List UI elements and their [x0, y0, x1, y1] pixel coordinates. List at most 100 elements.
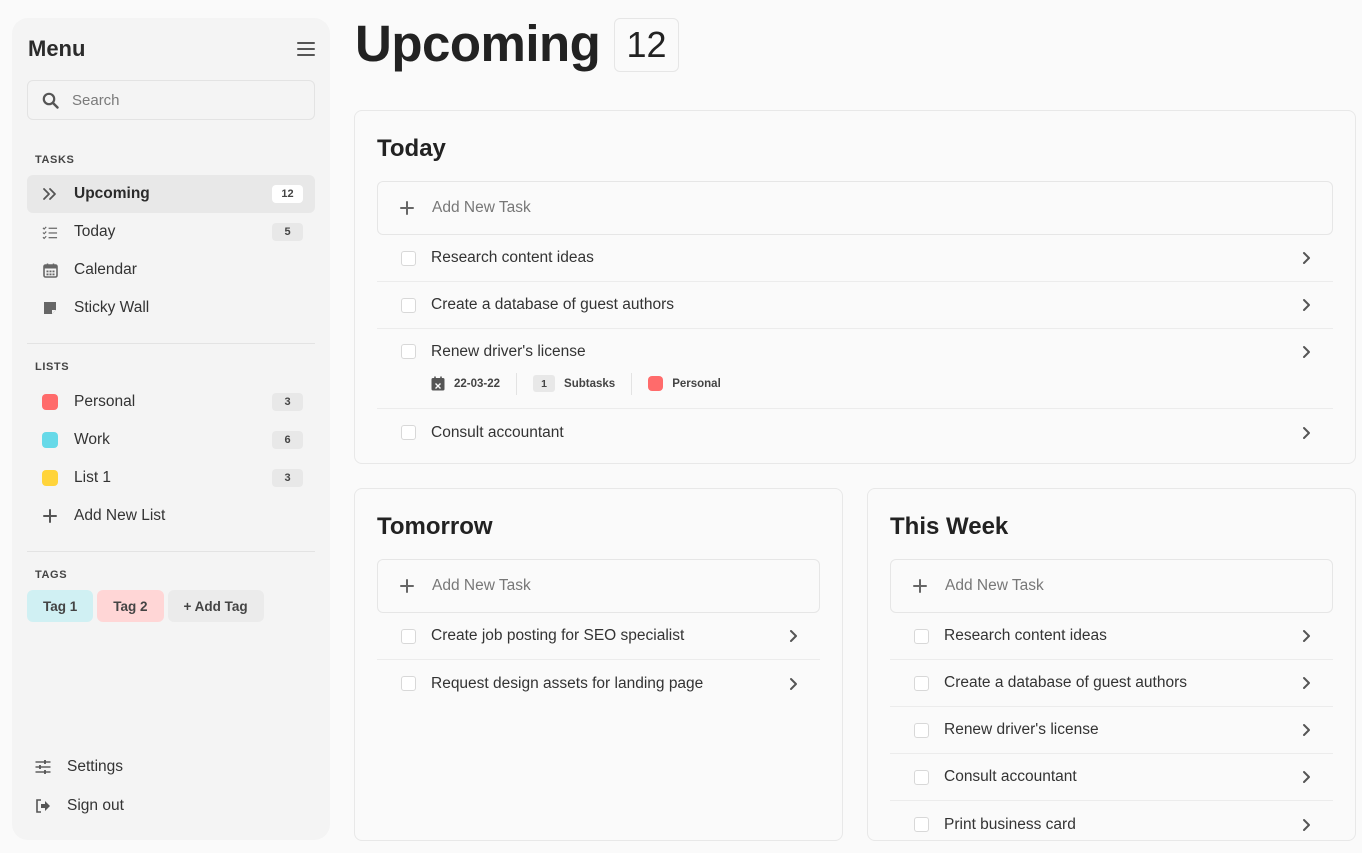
task-checkbox[interactable] [401, 297, 416, 313]
task-checkbox[interactable] [914, 628, 929, 644]
chevron-right-icon[interactable] [1299, 345, 1313, 359]
add-tag-button[interactable]: + Add Tag [167, 590, 264, 622]
plus-icon [42, 508, 58, 524]
total-count-badge: 12 [614, 18, 679, 72]
section-heading: Today [377, 135, 446, 162]
task-checkbox[interactable] [914, 769, 929, 785]
sidebar-item-list-1[interactable]: List 1 3 [27, 459, 315, 497]
task-checkbox[interactable] [914, 722, 929, 738]
add-task-label: Add New Task [945, 577, 1044, 594]
task-checkbox[interactable] [401, 344, 416, 359]
chevron-right-icon[interactable] [786, 677, 800, 691]
task-list: Research content ideas Create a database… [377, 235, 1333, 456]
task-row[interactable]: Consult accountant [377, 409, 1333, 456]
sidebar-item-work[interactable]: Work 6 [27, 421, 315, 459]
settings-sliders-icon [35, 759, 51, 774]
hamburger-menu-icon[interactable] [297, 42, 315, 56]
chevron-right-icon[interactable] [1299, 676, 1313, 690]
chevron-right-icon[interactable] [1299, 298, 1313, 312]
task-title: Print business card [944, 815, 1076, 833]
task-title: Consult accountant [431, 423, 564, 441]
search-icon [42, 92, 59, 109]
count-badge: 12 [272, 185, 303, 203]
due-date: 22-03-22 [454, 377, 501, 390]
task-row[interactable]: Research content ideas [890, 613, 1333, 660]
chevron-right-icon[interactable] [1299, 629, 1313, 643]
sidebar-item-personal[interactable]: Personal 3 [27, 383, 315, 421]
chevron-right-icon[interactable] [1299, 723, 1313, 737]
task-checkbox[interactable] [401, 425, 416, 440]
settings-label: Settings [67, 757, 124, 775]
task-row[interactable]: Create a database of guest authors [377, 282, 1333, 329]
sidebar-item-label: Sticky Wall [74, 299, 150, 316]
task-checkbox[interactable] [401, 628, 416, 644]
task-title: Consult accountant [944, 768, 1077, 785]
task-row[interactable]: Research content ideas [377, 235, 1333, 282]
tomorrow-panel: Tomorrow Add New Task Create job posting… [354, 488, 843, 841]
task-row[interactable]: Print business card [890, 801, 1333, 840]
search-box[interactable] [27, 80, 315, 120]
task-title: Create job posting for SEO specialist [431, 627, 685, 644]
sidebar-header: Menu [27, 18, 315, 80]
tag-list: Tag 1 Tag 2 + Add Tag [27, 590, 315, 622]
lists-section-label: LISTS [35, 361, 70, 373]
divider [27, 343, 315, 344]
chevron-right-icon[interactable] [1299, 251, 1313, 265]
task-checkbox[interactable] [914, 817, 929, 832]
task-title: Renew driver's license [431, 342, 586, 360]
count-badge: 5 [272, 223, 303, 241]
add-new-task-button[interactable]: Add New Task [377, 181, 1333, 235]
checklist-icon [42, 224, 58, 240]
task-row[interactable]: Renew driver's license [890, 707, 1333, 754]
sidebar-item-today[interactable]: Today 5 [27, 213, 315, 251]
count-badge: 6 [272, 431, 303, 449]
sign-out-button[interactable]: Sign out [27, 786, 315, 825]
tags-section-label: TAGS [35, 569, 68, 581]
calendar-icon [42, 262, 58, 278]
add-task-label: Add New Task [432, 577, 531, 594]
settings-button[interactable]: Settings [27, 747, 315, 786]
task-checkbox[interactable] [401, 250, 416, 266]
add-new-task-button[interactable]: Add New Task [890, 559, 1333, 613]
task-row[interactable]: Request design assets for landing page [377, 660, 820, 707]
sign-out-icon [36, 798, 50, 813]
subtask-count: 1 [533, 375, 556, 392]
section-heading: This Week [890, 513, 1009, 540]
chevron-right-icon[interactable] [1299, 426, 1313, 440]
task-title: Renew driver's license [944, 721, 1099, 738]
task-row[interactable]: Renew driver's license 22-03-22 1 Subtas… [377, 329, 1333, 409]
page-title: Upcoming [355, 15, 601, 72]
chevron-right-icon[interactable] [1299, 818, 1313, 832]
add-new-task-button[interactable]: Add New Task [377, 559, 820, 613]
sign-out-label: Sign out [67, 796, 124, 814]
add-task-label: Add New Task [432, 199, 531, 216]
chevron-right-icon[interactable] [786, 629, 800, 643]
list-color-swatch [648, 376, 664, 391]
sidebar-item-label: Calendar [74, 261, 137, 278]
sidebar-item-sticky-wall[interactable]: Sticky Wall [27, 289, 315, 327]
search-input[interactable] [72, 91, 272, 109]
task-row[interactable]: Create a database of guest authors [890, 660, 1333, 707]
task-checkbox[interactable] [401, 676, 416, 691]
this-week-panel: This Week Add New Task Research content … [867, 488, 1356, 841]
sidebar-item-label: List 1 [74, 469, 112, 486]
section-heading: Tomorrow [377, 513, 493, 540]
list-color-swatch [42, 394, 58, 410]
tag-chip[interactable]: Tag 2 [97, 590, 164, 622]
sidebar-item-calendar[interactable]: Calendar [27, 251, 315, 289]
chevron-right-icon[interactable] [1299, 770, 1313, 784]
sidebar-item-label: Today [74, 223, 116, 240]
tag-chip[interactable]: Tag 1 [27, 590, 94, 622]
task-row[interactable]: Consult accountant [890, 754, 1333, 801]
add-new-list-button[interactable]: Add New List [27, 497, 315, 535]
sidebar-item-upcoming[interactable]: Upcoming 12 [27, 175, 315, 213]
task-title: Research content ideas [431, 249, 594, 266]
list-color-swatch [42, 470, 58, 486]
plus-icon [400, 575, 416, 597]
task-meta: 22-03-22 1 Subtasks Personal [431, 372, 1313, 395]
task-list: Create job posting for SEO specialist Re… [377, 613, 820, 707]
task-checkbox[interactable] [914, 675, 929, 691]
sidebar: Menu TASKS Upcoming 12 Today 5 [12, 18, 330, 840]
task-row[interactable]: Create job posting for SEO specialist [377, 613, 820, 660]
count-badge: 3 [272, 469, 303, 487]
